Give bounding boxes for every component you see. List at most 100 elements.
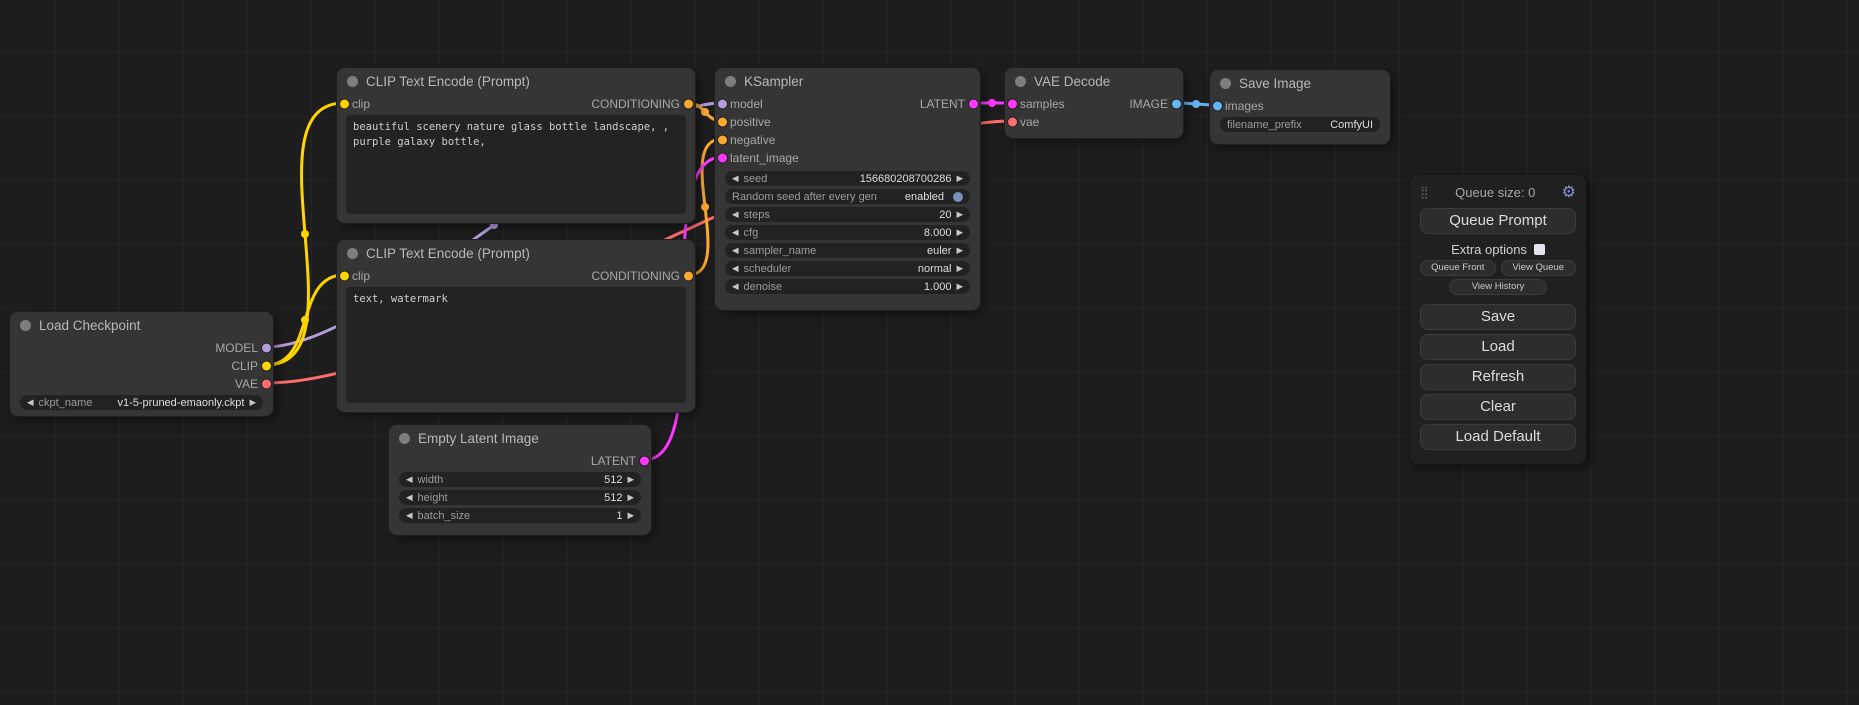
widget-left-arrow-icon[interactable]: ◀ [732,228,739,237]
output-label-conditioning: CONDITIONING [591,97,680,111]
load-button[interactable]: Load [1420,334,1576,360]
collapse-dot-icon[interactable] [347,248,358,259]
widget-right-arrow-icon[interactable]: ▶ [627,511,634,520]
widget-name: sampler_name [744,245,817,257]
widget-left-arrow-icon[interactable]: ◀ [732,246,739,255]
widget-right-arrow-icon[interactable]: ▶ [956,264,963,273]
node-titlebar[interactable]: VAE Decode [1005,68,1183,95]
seed-toggle-icon[interactable] [953,192,963,202]
view-queue-button[interactable]: View Queue [1501,260,1577,276]
node-clip-text-encode-negative[interactable]: CLIP Text Encode (Prompt) clip CONDITION… [337,240,695,412]
widget-denoise[interactable]: ◀ denoise 1.000 ▶ [725,279,970,294]
output-port-clip[interactable] [262,362,271,371]
output-port-image[interactable] [1172,100,1181,109]
output-label-vae: VAE [235,377,258,391]
refresh-button[interactable]: Refresh [1420,364,1576,390]
widget-right-arrow-icon[interactable]: ▶ [956,246,963,255]
node-vae-decode[interactable]: VAE Decode samples IMAGE vae [1005,68,1183,138]
widget-ckpt-name[interactable]: ◀ ckpt_name v1-5-pruned-emaonly.ckpt ▶ [20,395,263,410]
collapse-dot-icon[interactable] [725,76,736,87]
settings-gear-icon[interactable]: ⚙ [1562,182,1576,202]
node-title: Load Checkpoint [39,318,140,333]
widget-scheduler[interactable]: ◀ scheduler normal ▶ [725,261,970,276]
widget-left-arrow-icon[interactable]: ◀ [732,174,739,183]
output-port-latent[interactable] [640,457,649,466]
load-default-button[interactable]: Load Default [1420,424,1576,450]
widget-left-arrow-icon[interactable]: ◀ [406,493,413,502]
widget-left-arrow-icon[interactable]: ◀ [406,475,413,484]
save-button[interactable]: Save [1420,304,1576,330]
output-port-conditioning[interactable] [684,272,693,281]
prompt-textarea[interactable]: text, watermark [346,287,686,403]
node-titlebar[interactable]: CLIP Text Encode (Prompt) [337,240,695,267]
collapse-dot-icon[interactable] [20,320,31,331]
widget-right-arrow-icon[interactable]: ▶ [627,493,634,502]
node-titlebar[interactable]: KSampler [715,68,980,95]
widget-right-arrow-icon[interactable]: ▶ [956,174,963,183]
input-port-model[interactable] [718,100,727,109]
widget-left-arrow-icon[interactable]: ◀ [732,282,739,291]
output-port-vae[interactable] [262,380,271,389]
widget-name: width [418,474,444,486]
collapse-dot-icon[interactable] [1220,78,1231,89]
node-load-checkpoint[interactable]: Load Checkpoint MODEL CLIP VAE ◀ ckpt_na… [10,312,273,416]
drag-handle-icon[interactable]: ⣿ [1420,185,1429,199]
output-port-model[interactable] [262,344,271,353]
output-port-latent[interactable] [969,100,978,109]
widget-right-arrow-icon[interactable]: ▶ [956,282,963,291]
widget-random-seed[interactable]: Random seed after every gen enabled [725,189,970,204]
input-port-vae[interactable] [1008,118,1017,127]
node-ksampler[interactable]: KSampler model LATENT positive negative … [715,68,980,310]
widget-value: 156680208700286 [860,173,952,185]
node-titlebar[interactable]: Load Checkpoint [10,312,273,339]
view-history-button[interactable]: View History [1449,279,1547,295]
input-port-samples[interactable] [1008,100,1017,109]
widget-steps[interactable]: ◀ steps 20 ▶ [725,207,970,222]
input-port-images[interactable] [1213,102,1222,111]
port-row: model LATENT [715,95,980,113]
widget-right-arrow-icon[interactable]: ▶ [627,475,634,484]
collapse-dot-icon[interactable] [1015,76,1026,87]
input-port-latent-image[interactable] [718,154,727,163]
input-port-positive[interactable] [718,118,727,127]
widget-left-arrow-icon[interactable]: ◀ [27,398,34,407]
widget-right-arrow-icon[interactable]: ▶ [249,398,256,407]
output-label-clip: CLIP [231,359,258,373]
node-save-image[interactable]: Save Image images filename_prefix ComfyU… [1210,70,1390,144]
clear-button[interactable]: Clear [1420,394,1576,420]
collapse-dot-icon[interactable] [347,76,358,87]
widget-width[interactable]: ◀ width 512 ▶ [399,472,641,487]
widget-value: euler [927,245,951,257]
output-label-model: MODEL [215,341,258,355]
widget-left-arrow-icon[interactable]: ◀ [732,210,739,219]
node-titlebar[interactable]: Save Image [1210,70,1390,97]
widget-left-arrow-icon[interactable]: ◀ [406,511,413,520]
input-label-clip: clip [352,269,370,283]
node-titlebar[interactable]: CLIP Text Encode (Prompt) [337,68,695,95]
port-row: vae [1005,113,1183,131]
node-empty-latent-image[interactable]: Empty Latent Image LATENT ◀ width 512 ▶ … [389,425,651,535]
output-port-conditioning[interactable] [684,100,693,109]
widget-right-arrow-icon[interactable]: ▶ [956,210,963,219]
extra-options-checkbox[interactable] [1534,244,1545,255]
input-port-clip[interactable] [340,100,349,109]
prompt-textarea[interactable]: beautiful scenery nature glass bottle la… [346,115,686,214]
queue-front-button[interactable]: Queue Front [1420,260,1496,276]
input-port-clip[interactable] [340,272,349,281]
widget-left-arrow-icon[interactable]: ◀ [732,264,739,273]
queue-prompt-button[interactable]: Queue Prompt [1420,208,1576,234]
output-row: VAE [10,375,273,393]
widget-value: normal [918,263,952,275]
widget-cfg[interactable]: ◀ cfg 8.000 ▶ [725,225,970,240]
node-title: VAE Decode [1034,74,1110,89]
widget-sampler-name[interactable]: ◀ sampler_name euler ▶ [725,243,970,258]
widget-seed[interactable]: ◀ seed 156680208700286 ▶ [725,171,970,186]
widget-batch-size[interactable]: ◀ batch_size 1 ▶ [399,508,641,523]
widget-height[interactable]: ◀ height 512 ▶ [399,490,641,505]
node-titlebar[interactable]: Empty Latent Image [389,425,651,452]
node-clip-text-encode-positive[interactable]: CLIP Text Encode (Prompt) clip CONDITION… [337,68,695,223]
widget-filename-prefix[interactable]: filename_prefix ComfyUI [1220,117,1380,132]
widget-right-arrow-icon[interactable]: ▶ [956,228,963,237]
input-port-negative[interactable] [718,136,727,145]
collapse-dot-icon[interactable] [399,433,410,444]
